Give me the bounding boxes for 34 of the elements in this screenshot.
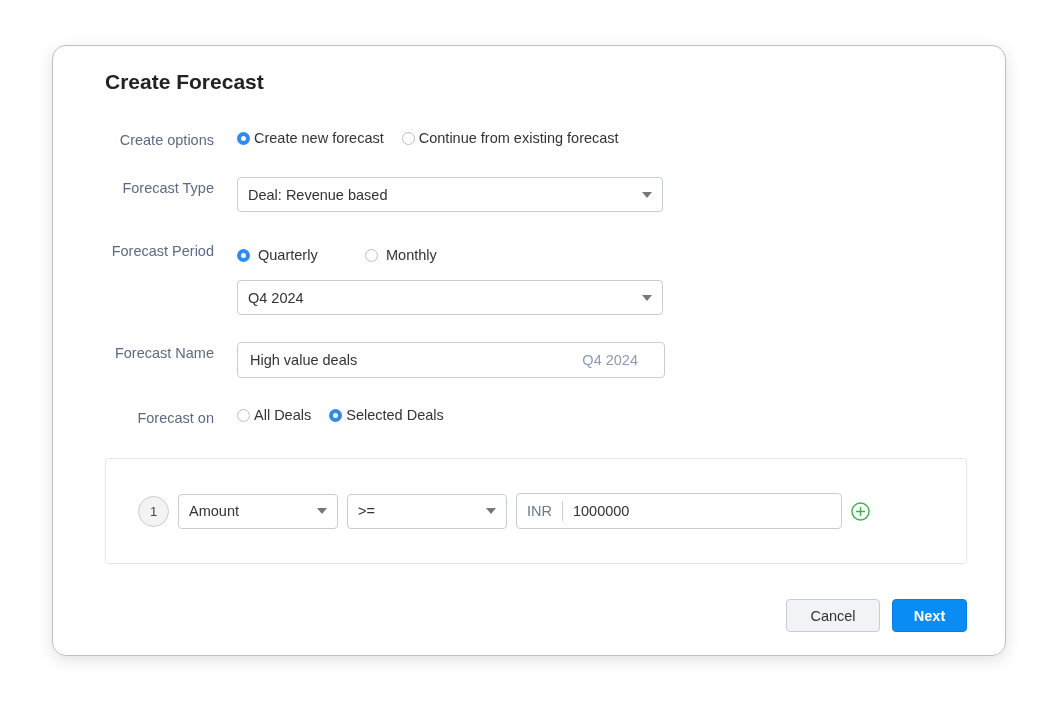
radio-option[interactable]: Selected Deals bbox=[329, 407, 444, 423]
caret-icon bbox=[642, 294, 652, 301]
caret-icon bbox=[642, 191, 652, 198]
radio-icon[interactable] bbox=[237, 131, 250, 145]
field-label: Forecast Type bbox=[121, 179, 214, 196]
field-label: Forecast Period bbox=[110, 243, 214, 259]
field-label: Create options bbox=[118, 131, 214, 148]
currency-label: INR bbox=[517, 501, 563, 521]
radio-option[interactable]: Quarterly bbox=[237, 247, 347, 263]
radio-icon[interactable] bbox=[237, 248, 250, 262]
caret-icon bbox=[486, 508, 496, 514]
amount-input-field[interactable]: INR 1000000 bbox=[516, 493, 842, 529]
radio-icon[interactable] bbox=[329, 408, 343, 422]
caret-icon bbox=[317, 508, 327, 514]
dropdown-field[interactable]: Amount bbox=[178, 493, 338, 529]
period-suffix: Q4 2024 bbox=[582, 352, 638, 368]
radio-option[interactable]: Continue from existing forecast bbox=[401, 130, 619, 146]
name-input-field[interactable]: High value deals Q4 2024 bbox=[237, 342, 665, 378]
field-label: Forecast on bbox=[136, 409, 214, 426]
radio-option[interactable]: Monthly bbox=[365, 247, 475, 263]
dialog-title: Create Forecast bbox=[105, 70, 265, 94]
amount-value: 1000000 bbox=[572, 503, 630, 519]
radio-icon[interactable] bbox=[237, 408, 250, 422]
criteria-number: 1 bbox=[138, 495, 169, 527]
radio-option[interactable]: Create new forecast bbox=[237, 130, 384, 146]
dropdown-field[interactable]: >= bbox=[347, 493, 507, 529]
radio-icon[interactable] bbox=[365, 248, 378, 262]
field-label: Forecast Name bbox=[113, 344, 214, 361]
radio-icon[interactable] bbox=[401, 131, 415, 145]
dropdown-field[interactable]: Deal: Revenue based bbox=[237, 177, 663, 212]
radio-option[interactable]: All Deals bbox=[237, 407, 312, 423]
cancel-button[interactable]: Cancel bbox=[786, 599, 880, 632]
dropdown-field[interactable]: Q4 2024 bbox=[237, 280, 663, 315]
add-icon[interactable] bbox=[851, 501, 870, 521]
